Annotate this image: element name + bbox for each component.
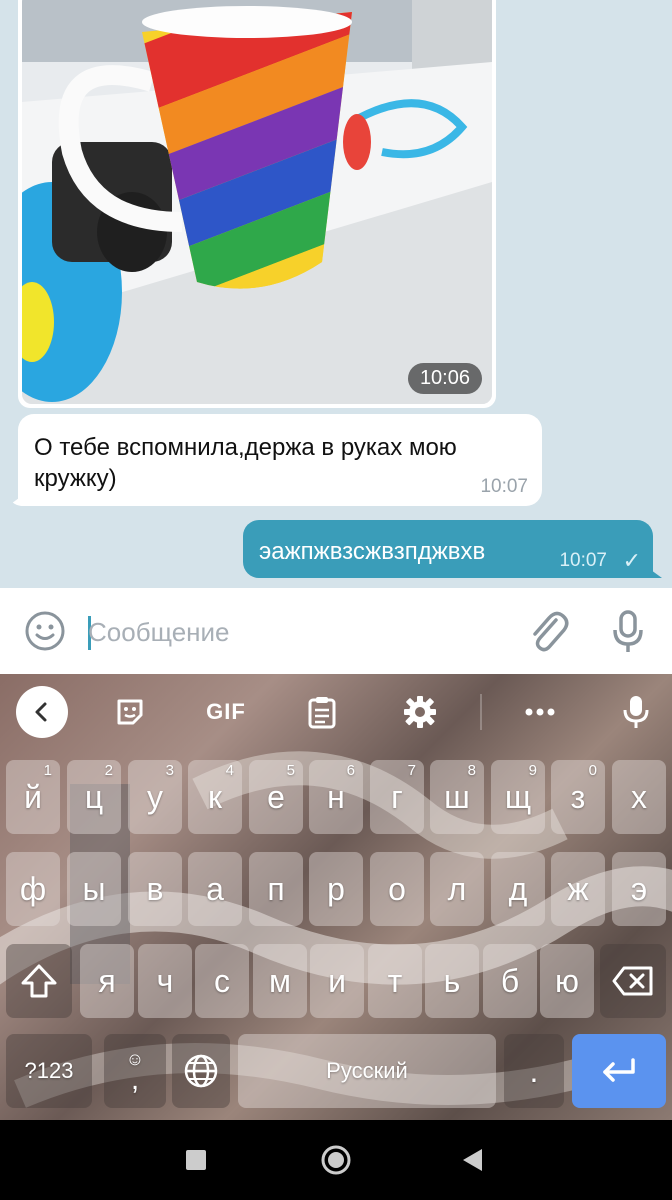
paperclip-icon[interactable] xyxy=(526,608,570,654)
key-с[interactable]: с xyxy=(195,944,249,1018)
key-а[interactable]: а xyxy=(188,852,242,926)
clipboard-icon[interactable] xyxy=(296,686,348,738)
globe-icon xyxy=(184,1054,218,1088)
chat-area: 10:06 О тебе вспомнила,держа в руках мою… xyxy=(0,0,672,588)
key-ч[interactable]: ч xyxy=(138,944,192,1018)
key-р[interactable]: р xyxy=(309,852,363,926)
key-ц[interactable]: ц2 xyxy=(67,760,121,834)
incoming-message-time: 10:07 xyxy=(480,476,528,497)
toolbar-divider xyxy=(480,694,482,730)
smile-icon[interactable] xyxy=(24,610,66,652)
back-icon[interactable] xyxy=(452,1140,492,1180)
key-ф[interactable]: ф xyxy=(6,852,60,926)
key-в[interactable]: в xyxy=(128,852,182,926)
home-icon[interactable] xyxy=(316,1140,356,1180)
backspace-key[interactable] xyxy=(600,944,666,1018)
sticker-icon[interactable] xyxy=(104,686,156,738)
key-ю[interactable]: ю xyxy=(540,944,594,1018)
key-н[interactable]: н6 xyxy=(309,760,363,834)
key-е[interactable]: е5 xyxy=(249,760,303,834)
key-х[interactable]: х xyxy=(612,760,666,834)
keyboard-toolbar: GIF xyxy=(0,674,672,750)
key-о[interactable]: о xyxy=(370,852,424,926)
keyboard: GIF й 1 ц 2 у 3 к 4 е 5 н 6 г 7 ш 8 щ 9 … xyxy=(0,674,672,1120)
enter-icon xyxy=(603,1058,635,1082)
incoming-message-bubble[interactable]: О тебе вспомнила,держа в руках мою кружк… xyxy=(18,414,542,506)
key-и[interactable]: и xyxy=(310,944,364,1018)
key-я[interactable]: я xyxy=(80,944,134,1018)
symbols-key[interactable]: ?123 xyxy=(6,1034,92,1108)
key-э[interactable]: э xyxy=(612,852,666,926)
key-ш[interactable]: ш8 xyxy=(430,760,484,834)
incoming-message-text: О тебе вспомнила,держа в руках мою кружк… xyxy=(34,434,457,492)
key-ь[interactable]: ь xyxy=(425,944,479,1018)
shift-key[interactable] xyxy=(6,944,72,1018)
key-м[interactable]: м xyxy=(253,944,307,1018)
key-ы[interactable]: ы xyxy=(67,852,121,926)
microphone-icon[interactable] xyxy=(606,608,650,654)
check-icon: ✓ xyxy=(622,548,641,573)
shift-icon xyxy=(21,964,57,998)
space-key[interactable]: Русский xyxy=(238,1034,496,1108)
system-navigation-bar xyxy=(0,1120,672,1200)
photo-image[interactable]: 10:06 xyxy=(22,0,492,404)
message-composer xyxy=(0,588,672,674)
outgoing-message-text: эажпжвзсжвзпджвхв xyxy=(259,538,486,565)
period-key[interactable]: . xyxy=(504,1034,564,1108)
key-п[interactable]: п xyxy=(249,852,303,926)
gif-button[interactable]: GIF xyxy=(200,686,252,738)
backspace-icon xyxy=(612,966,653,996)
key-д[interactable]: д xyxy=(491,852,545,926)
outgoing-message-time: 10:07 xyxy=(559,550,607,571)
globe-key[interactable] xyxy=(172,1034,230,1108)
key-г[interactable]: г7 xyxy=(370,760,424,834)
photo-message[interactable]: 10:06 xyxy=(18,0,496,408)
key-б[interactable]: б xyxy=(483,944,537,1018)
chevron-left-icon[interactable] xyxy=(16,686,68,738)
key-т[interactable]: т xyxy=(368,944,422,1018)
outgoing-message-bubble[interactable]: эажпжвзсжвзпджвхв 10:07 ✓ xyxy=(243,520,653,578)
enter-key[interactable] xyxy=(572,1034,666,1108)
key-з[interactable]: з0 xyxy=(551,760,605,834)
key-л[interactable]: л xyxy=(430,852,484,926)
key-щ[interactable]: щ9 xyxy=(491,760,545,834)
photo-timestamp: 10:06 xyxy=(407,363,482,394)
key-ж[interactable]: ж xyxy=(551,852,605,926)
gear-icon[interactable] xyxy=(394,686,446,738)
key-й[interactable]: й1 xyxy=(6,760,60,834)
microphone-icon[interactable] xyxy=(610,686,662,738)
key-у[interactable]: у3 xyxy=(128,760,182,834)
message-input[interactable] xyxy=(88,610,508,654)
comma-key[interactable]: ☺ , xyxy=(104,1034,166,1108)
recents-icon[interactable] xyxy=(176,1140,216,1180)
more-icon[interactable] xyxy=(514,686,566,738)
key-к[interactable]: к4 xyxy=(188,760,242,834)
